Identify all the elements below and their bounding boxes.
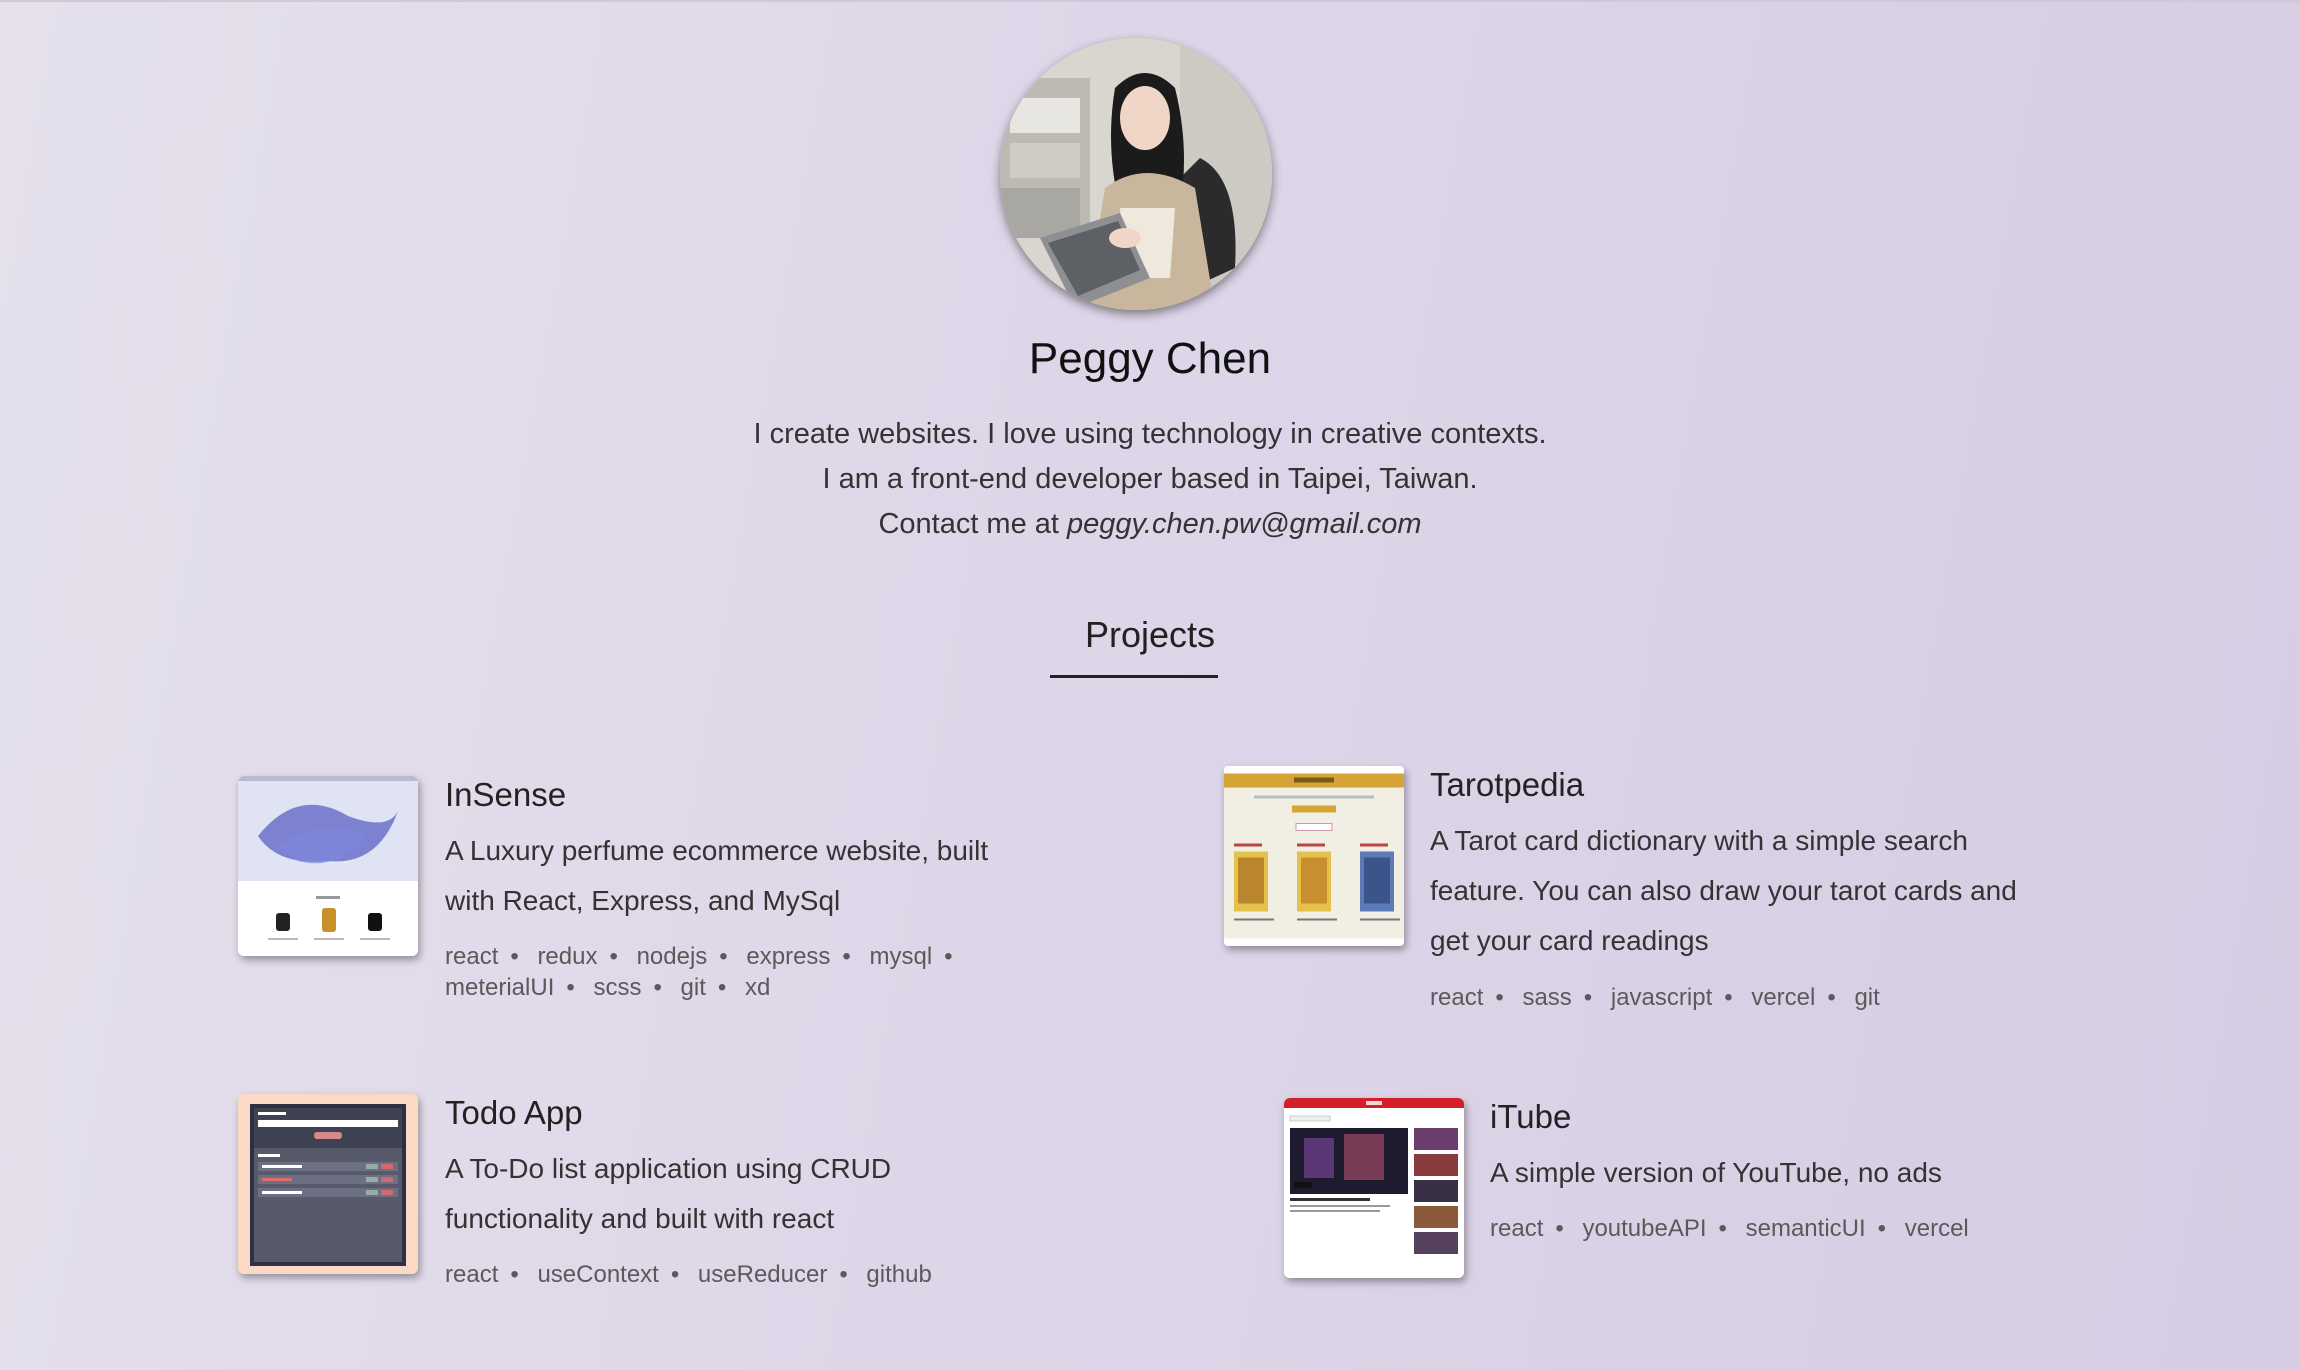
tech-tag: react bbox=[445, 1261, 499, 1288]
tag-separator: • bbox=[1555, 1215, 1564, 1242]
project-tags-todo-app: react • useContext • useReducer • github bbox=[445, 1259, 1045, 1290]
tech-tag: mysql bbox=[869, 943, 933, 970]
tech-tag: vercel bbox=[1904, 1215, 1969, 1242]
tag-separator: • bbox=[1718, 1215, 1727, 1242]
project-title-todo-app[interactable]: Todo App bbox=[445, 1094, 583, 1132]
project-tags-itube: react • youtubeAPI • semanticUI • vercel bbox=[1490, 1213, 2090, 1244]
project-title-itube[interactable]: iTube bbox=[1490, 1098, 1571, 1136]
contact-email-link[interactable]: peggy.chen.pw@gmail.com bbox=[1067, 508, 1422, 540]
tag-separator: • bbox=[944, 943, 953, 970]
tech-tag: react bbox=[445, 943, 499, 970]
tech-tag: vercel bbox=[1751, 984, 1816, 1011]
tag-separator: • bbox=[566, 974, 575, 1001]
project-title-tarotpedia[interactable]: Tarotpedia bbox=[1430, 766, 1584, 804]
bio-contact: Contact me at peggy.chen.pw@gmail.com bbox=[0, 502, 2300, 547]
tag-separator: • bbox=[510, 1261, 519, 1288]
tag-separator: • bbox=[1495, 984, 1504, 1011]
bio-line-1: I create websites. I love using technolo… bbox=[753, 418, 1547, 450]
tag-separator: • bbox=[1724, 984, 1733, 1011]
tag-separator: • bbox=[839, 1261, 848, 1288]
project-thumbnail-tarotpedia[interactable] bbox=[1224, 766, 1404, 946]
tech-tag: scss bbox=[593, 974, 642, 1001]
tag-separator: • bbox=[717, 974, 727, 1001]
contact-prefix: Contact me at bbox=[878, 508, 1068, 540]
tag-separator: • bbox=[1877, 1215, 1887, 1242]
tech-tag: git bbox=[680, 974, 706, 1001]
tag-separator: • bbox=[510, 943, 519, 970]
project-description-itube: A simple version of YouTube, no ads bbox=[1490, 1157, 1942, 1188]
tech-tag: redux bbox=[537, 943, 598, 970]
tech-tag: useReducer bbox=[697, 1261, 828, 1288]
tech-tag: github bbox=[866, 1261, 932, 1288]
tag-separator: • bbox=[609, 943, 618, 970]
project-title-insense[interactable]: InSense bbox=[445, 776, 566, 814]
tech-tag: youtubeAPI bbox=[1582, 1215, 1707, 1242]
project-thumbnail-insense[interactable] bbox=[238, 776, 418, 956]
profile-bio: I create websites. I love using technolo… bbox=[0, 412, 2300, 547]
tech-tag: express bbox=[746, 943, 831, 970]
tech-tag: xd bbox=[744, 974, 771, 1001]
project-description-insense: A Luxury perfume ecommerce website, buil… bbox=[445, 835, 989, 916]
tag-separator: • bbox=[1583, 984, 1593, 1011]
tech-tag: nodejs bbox=[636, 943, 708, 970]
project-description-todo-app: A To-Do list application using CRUD func… bbox=[445, 1153, 892, 1234]
project-thumbnail-itube[interactable] bbox=[1284, 1098, 1464, 1278]
profile-avatar bbox=[1000, 38, 1272, 310]
tech-tag: semanticUI bbox=[1745, 1215, 1866, 1242]
tag-separator: • bbox=[1827, 984, 1836, 1011]
tech-tag: meterialUI bbox=[445, 974, 555, 1001]
project-thumbnail-todo-app[interactable] bbox=[238, 1094, 418, 1274]
tech-tag: react bbox=[1430, 984, 1484, 1011]
tech-tag: git bbox=[1854, 984, 1880, 1011]
tag-separator: • bbox=[719, 943, 728, 970]
bio-line-2: I am a front-end developer based in Taip… bbox=[822, 463, 1478, 495]
tag-separator: • bbox=[670, 1261, 680, 1288]
tag-separator: • bbox=[842, 943, 851, 970]
project-description-tarotpedia: A Tarot card dictionary with a simple se… bbox=[1430, 825, 2017, 956]
tech-tag: javascript bbox=[1610, 984, 1713, 1011]
projects-heading-underline bbox=[1050, 675, 1218, 678]
tech-tag: react bbox=[1490, 1215, 1544, 1242]
top-border bbox=[0, 0, 2300, 2]
tag-separator: • bbox=[653, 974, 662, 1001]
tech-tag: sass bbox=[1522, 984, 1572, 1011]
project-tags-tarotpedia: react • sass • javascript • vercel • git bbox=[1430, 982, 2030, 1013]
projects-heading: Projects bbox=[1084, 614, 1216, 655]
profile-name: Peggy Chen bbox=[1028, 334, 1272, 383]
project-tags-insense: react • redux • nodejs • express • mysql • me… bbox=[445, 941, 1005, 1003]
tech-tag: useContext bbox=[537, 1261, 659, 1288]
